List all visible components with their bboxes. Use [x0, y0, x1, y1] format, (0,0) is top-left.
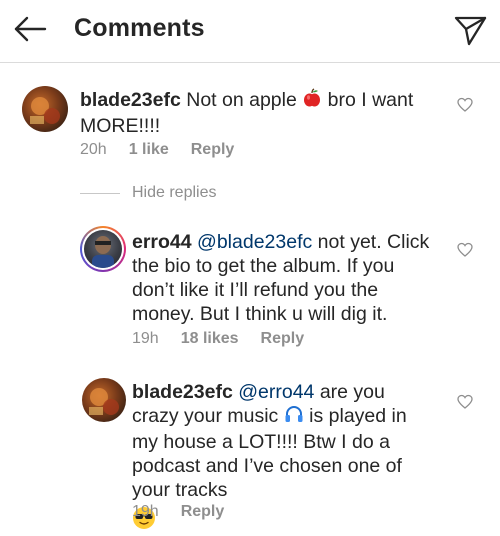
reply-meta: 19h 18 likes Reply: [132, 330, 326, 348]
header-bar: Comments: [0, 0, 500, 63]
reply-username[interactable]: erro44: [132, 231, 192, 253]
reply-time: 19h: [132, 503, 159, 520]
comment-time: 20h: [80, 141, 107, 158]
reply-username[interactable]: blade23efc: [132, 381, 233, 403]
reply-text: erro44 @blade23efc not yet. Click the bi…: [132, 230, 432, 326]
heart-icon[interactable]: [457, 242, 473, 258]
reply-body-part: your music: [184, 405, 284, 428]
comment-username[interactable]: blade23efc: [80, 89, 181, 111]
page-title: Comments: [74, 14, 205, 42]
back-arrow-icon[interactable]: [12, 14, 48, 44]
likes-count[interactable]: 18 likes: [181, 330, 239, 347]
reply-button[interactable]: Reply: [191, 141, 235, 158]
reply-button[interactable]: Reply: [181, 503, 225, 520]
mention-link[interactable]: @erro44: [238, 381, 314, 403]
mention-link[interactable]: @blade23efc: [197, 231, 312, 253]
comment-meta: 20h 1 like Reply: [80, 141, 256, 159]
hide-replies-label: Hide replies: [132, 184, 217, 201]
reply-button[interactable]: Reply: [261, 330, 305, 347]
avatar: [84, 230, 122, 268]
headphones-icon: [284, 404, 304, 430]
reply-comment: blade23efc @erro44 are you crazy your mu…: [0, 372, 500, 529]
hide-replies-button[interactable]: Hide replies: [80, 184, 340, 204]
divider: [80, 193, 120, 194]
story-ring[interactable]: [80, 226, 126, 272]
reply-time: 19h: [132, 330, 159, 347]
comment-body-part: Not on apple: [180, 89, 303, 112]
comment: blade23efc Not on apple bro I want MORE!…: [0, 80, 500, 170]
heart-icon[interactable]: [457, 394, 473, 410]
red-apple-icon: [302, 88, 322, 114]
avatar[interactable]: [22, 86, 68, 132]
heart-icon[interactable]: [457, 97, 473, 113]
comment-text: blade23efc Not on apple bro I want MORE!…: [80, 88, 440, 138]
avatar[interactable]: [82, 378, 126, 422]
likes-count[interactable]: 1 like: [129, 141, 169, 158]
reply-comment: erro44 @blade23efc not yet. Click the bi…: [0, 222, 500, 352]
send-icon[interactable]: [452, 12, 488, 48]
reply-meta: 19h Reply: [132, 503, 246, 521]
